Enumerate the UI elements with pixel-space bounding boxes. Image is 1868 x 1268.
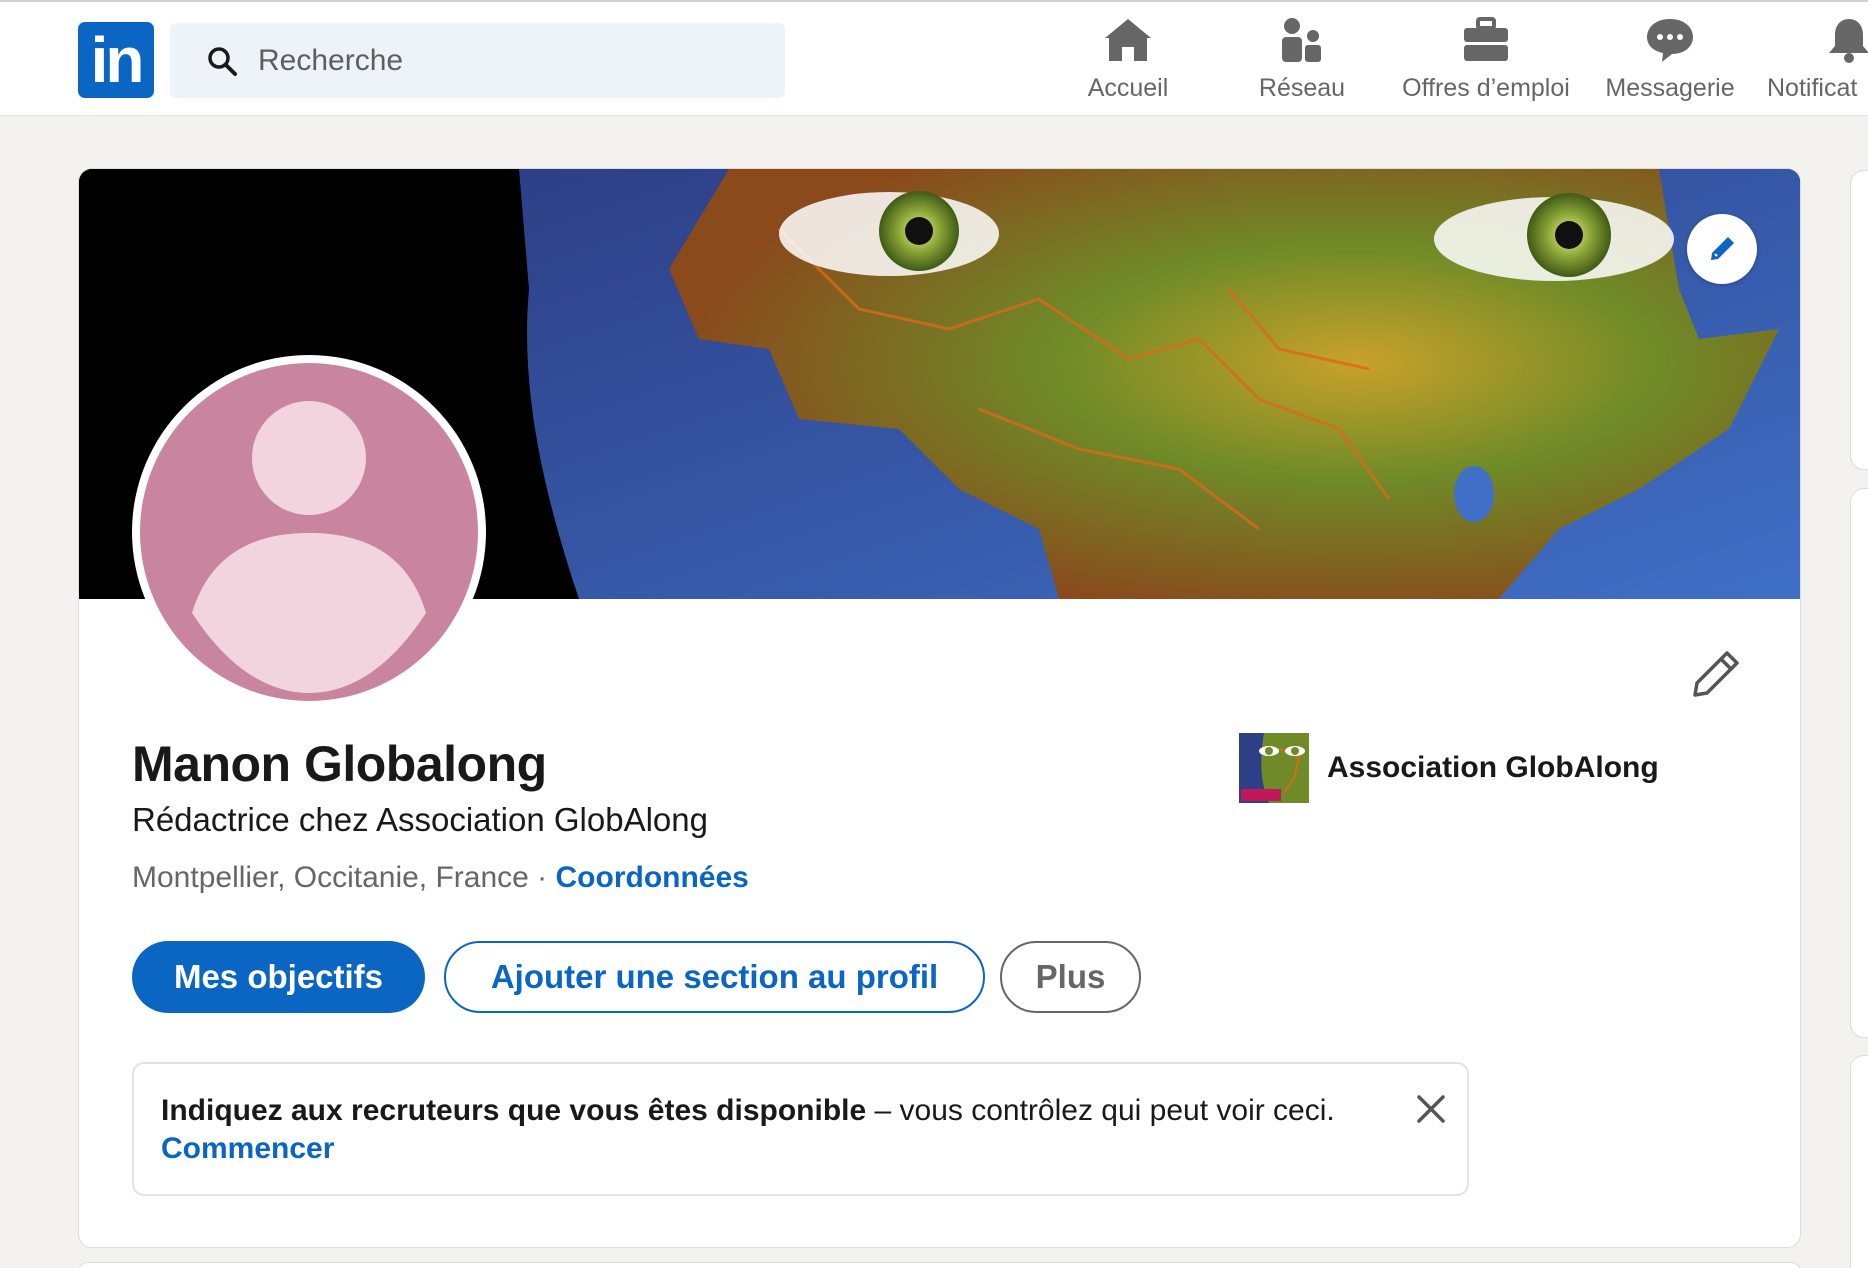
nav-item-accueil[interactable]: Accueil [1070, 16, 1186, 106]
nav-item-messagerie[interactable]: Messagerie [1596, 16, 1744, 106]
separator-dot: · [528, 861, 556, 894]
nav-item-notifications[interactable]: Notificat [1764, 16, 1868, 106]
more-button[interactable]: Plus [1000, 941, 1141, 1013]
top-navigation-bar: in Accueil Réseau Offres d’emploi [0, 0, 1868, 116]
edit-intro-pencil-icon[interactable] [1689, 647, 1743, 701]
avatar-placeholder [140, 363, 478, 701]
nav-label: Messagerie [1605, 74, 1735, 102]
contact-info-link[interactable]: Coordonnées [556, 861, 749, 894]
nav-item-offres-emploi[interactable]: Offres d’emploi [1390, 16, 1582, 106]
close-icon[interactable] [1414, 1092, 1448, 1126]
search-icon [208, 47, 237, 76]
bell-icon [1829, 19, 1868, 63]
profile-headline: Rédactrice chez Association GlobAlong [132, 801, 708, 838]
profile-card: Manon Globalong Rédactrice chez Associat… [78, 168, 1801, 1248]
person-icon [192, 401, 426, 693]
organization-name: Association GlobAlong [1327, 751, 1659, 784]
search-input[interactable] [258, 23, 758, 98]
organization-logo [1239, 733, 1309, 803]
notice-body-text: – vous contrôlez qui peut voir ceci. [866, 1094, 1335, 1127]
profile-name: Manon Globalong [132, 736, 547, 792]
nav-label: Accueil [1087, 74, 1169, 102]
nav-item-reseau[interactable]: Réseau [1244, 16, 1360, 106]
nav-label: Notificat [1767, 74, 1858, 102]
nav-label: Réseau [1258, 74, 1346, 102]
chat-bubble-icon [1647, 19, 1693, 62]
add-profile-section-button[interactable]: Ajouter une section au profil [444, 941, 985, 1013]
my-goals-button[interactable]: Mes objectifs [132, 941, 425, 1013]
linkedin-logo[interactable]: in [78, 22, 154, 98]
right-column-card [1850, 1055, 1868, 1268]
pencil-icon [1711, 237, 1734, 260]
right-column-card [1850, 488, 1868, 1038]
next-section-card [78, 1262, 1801, 1268]
edit-cover-button[interactable] [1687, 214, 1757, 284]
briefcase-icon [1464, 17, 1508, 61]
location-row: Montpellier, Occitanie, France · Coordon… [132, 861, 749, 895]
get-started-link[interactable]: Commencer [161, 1130, 1335, 1168]
open-to-work-notice: Indiquez aux recruteurs que vous êtes di… [132, 1062, 1469, 1196]
profile-location: Montpellier, Occitanie, France [132, 861, 529, 894]
current-organization[interactable]: Association GlobAlong [1239, 733, 1659, 803]
network-icon [1282, 18, 1321, 62]
home-icon [1105, 19, 1151, 61]
right-column-card [1850, 170, 1868, 470]
search-box[interactable] [170, 23, 785, 98]
notice-bold-text: Indiquez aux recruteurs que vous êtes di… [161, 1094, 867, 1127]
profile-avatar[interactable] [132, 355, 486, 709]
notice-text: Indiquez aux recruteurs que vous êtes di… [161, 1092, 1335, 1168]
nav-label: Offres d’emploi [1402, 74, 1570, 102]
